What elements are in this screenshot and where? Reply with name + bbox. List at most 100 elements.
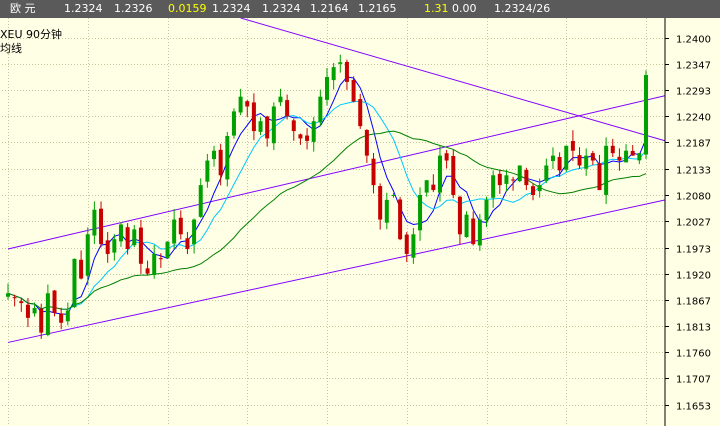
candle-body (212, 150, 217, 160)
y-tick-label: 1.1867 (676, 297, 711, 308)
candle-body (437, 155, 442, 193)
last-price: 1.2324 (64, 2, 103, 15)
candle-body (52, 290, 57, 313)
quote-bar: 欧 元 1.2324 1.2326 0.0159 1.2324 1.2324 1… (0, 0, 720, 18)
candle-body (245, 101, 250, 107)
candle-body (172, 219, 177, 244)
candle-body (265, 116, 270, 139)
candle-body (464, 214, 469, 237)
candle-body (325, 76, 329, 100)
candle-body (491, 175, 496, 198)
candle-body (285, 100, 290, 117)
candle-body (457, 196, 462, 235)
candle-body (624, 150, 629, 163)
candle-body (39, 308, 44, 333)
candle-body (544, 165, 549, 181)
y-tick-label: 1.1973 (676, 245, 711, 256)
candle-body (378, 186, 383, 220)
y-tick-label: 1.2027 (676, 218, 711, 229)
candle-body (411, 234, 416, 258)
candle-body (225, 135, 230, 180)
candle-body (384, 199, 389, 223)
candle-body (344, 61, 349, 82)
plot-background (0, 0, 720, 426)
candle-body (371, 158, 376, 186)
candle-body (577, 155, 582, 166)
candle-body (391, 194, 396, 196)
candle-body (99, 208, 104, 245)
candle-body (278, 96, 283, 103)
price-chart[interactable]: 1.2400 1.2347 1.2293 1.2240 1.2187 1.2133 1.20… (0, 0, 720, 426)
candle-body (338, 62, 343, 64)
candle-body (79, 259, 84, 279)
candle-body (59, 313, 64, 323)
y-tick-label: 1.2293 (676, 87, 711, 98)
candle-body (318, 96, 323, 123)
candle-body (105, 240, 110, 254)
candle-body (218, 149, 223, 176)
candle-body (364, 129, 369, 156)
high-price: 1.2324 (262, 2, 301, 15)
candle-body (511, 179, 516, 181)
candle-body (205, 160, 210, 182)
candle-body (165, 241, 170, 259)
candle-body (305, 135, 310, 141)
indicator-label: 均线 (0, 42, 22, 55)
change-percent: 1.31 (424, 2, 449, 15)
prev-price: 1.2165 (358, 2, 397, 15)
candle-body (564, 145, 569, 170)
volume-value: 0.00 (452, 2, 477, 15)
candle-body (251, 102, 256, 132)
candle-body (198, 185, 203, 217)
candle-body (584, 155, 589, 169)
y-tick-label: 1.2240 (676, 113, 711, 124)
candle-body (570, 140, 575, 151)
y-tick-label: 1.1920 (676, 271, 711, 282)
candle-body (65, 310, 70, 322)
candle-body (537, 185, 542, 192)
candle-body (178, 217, 183, 235)
candle-body (331, 67, 336, 81)
candle-body (471, 218, 476, 245)
candle-body (517, 165, 522, 182)
candle-body (531, 186, 536, 195)
y-tick-label: 1.1707 (676, 375, 711, 386)
symbol-name: 欧 元 (10, 2, 36, 15)
candle-body (424, 180, 429, 193)
candle-body (590, 153, 595, 161)
candle-body (271, 106, 276, 144)
y-tick-label: 1.2187 (676, 139, 711, 150)
ask-price: 1.2326 (114, 2, 153, 15)
candle-body (32, 308, 37, 314)
candle-body (477, 219, 482, 246)
candle-body (132, 229, 137, 246)
candle-body (125, 227, 130, 250)
candle-body (351, 79, 356, 102)
candle-body (145, 268, 150, 274)
candle-body (358, 99, 363, 127)
cursor-readout: 1.2324/26 (494, 2, 551, 15)
candle-body (418, 194, 423, 231)
candle-body (19, 301, 24, 304)
candle-body (138, 227, 143, 264)
y-tick-label: 1.2133 (676, 166, 711, 177)
candle-body (610, 145, 615, 154)
y-tick-label: 1.1813 (676, 323, 711, 334)
candle-body (6, 293, 10, 297)
candle-body (398, 199, 403, 240)
candle-body (497, 173, 502, 186)
candle-body (25, 304, 30, 318)
candle-body (92, 209, 97, 236)
candle-body (604, 145, 609, 195)
candle-body (630, 150, 635, 156)
y-tick-label: 1.2347 (676, 61, 711, 72)
candle-body (158, 258, 163, 260)
candle-body (637, 153, 642, 161)
candle-body (118, 224, 123, 242)
candle-body (192, 219, 197, 245)
candle-body (298, 134, 303, 139)
y-tick-label: 1.1760 (676, 349, 711, 360)
candle-body (238, 96, 243, 113)
candle-body (431, 184, 436, 191)
candle-body (484, 199, 489, 221)
